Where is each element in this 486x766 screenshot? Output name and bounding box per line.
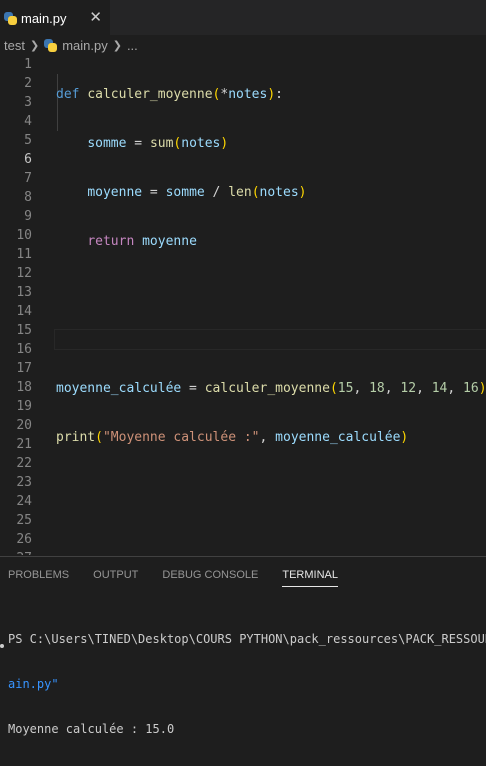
python-file-icon — [4, 11, 17, 25]
breadcrumb-more[interactable]: ... — [127, 38, 138, 53]
line-number: 13 — [16, 285, 32, 300]
code-area[interactable]: def calculer_moyenne(*notes): somme = su… — [54, 55, 486, 477]
line-number: 21 — [16, 437, 32, 452]
code-line-2: somme = sum(notes) — [87, 136, 229, 151]
tab-terminal[interactable]: TERMINAL — [282, 557, 338, 593]
code-editor[interactable]: 1 2 3 4 5 6 7 8 9 10 11 12 13 14 15 16 17 18 19 20 21 22 23 24 2… — [0, 55, 486, 555]
line-number: 6 — [24, 152, 32, 167]
python-file-icon — [44, 38, 58, 52]
terminal-line-3: Moyenne calculée : 15.0 — [8, 722, 175, 736]
line-number: 16 — [16, 342, 32, 357]
code-line-1: def calculer_moyenne(*notes): — [56, 87, 283, 102]
line-number: 17 — [16, 361, 32, 376]
line-number: 19 — [16, 399, 32, 414]
terminal-line-2: ain.py" — [8, 677, 59, 691]
line-number-gutter: 1 2 3 4 5 6 7 8 9 10 11 12 13 14 15 16 17 18 19 20 21 22 23 24 2… — [0, 55, 32, 555]
line-number: 14 — [16, 304, 32, 319]
line-number: 23 — [16, 475, 32, 490]
code-line-8: print("Moyenne calculée :", moyenne_calc… — [56, 430, 409, 445]
line-number: 7 — [24, 171, 32, 186]
breadcrumb-folder[interactable]: test — [4, 38, 25, 53]
line-number: 4 — [24, 114, 32, 129]
line-number: 5 — [24, 133, 32, 148]
code-line-7: moyenne_calculée = calculer_moyenne(15, … — [56, 381, 486, 396]
line-number: 9 — [24, 209, 32, 224]
terminal-decoration-icon — [0, 644, 4, 648]
tab-output[interactable]: OUTPUT — [93, 557, 138, 593]
tab-debug-console[interactable]: DEBUG CONSOLE — [162, 557, 258, 593]
line-number: 22 — [16, 456, 32, 471]
breadcrumb: test ❯ main.py ❯ ... — [0, 35, 486, 55]
line-number: 2 — [24, 76, 32, 91]
code-line-4: return moyenne — [87, 234, 197, 249]
line-number: 25 — [16, 513, 32, 528]
tab-main-py[interactable]: main.py ✕ — [0, 0, 110, 35]
line-number: 8 — [24, 190, 32, 205]
terminal-line-1: PS C:\Users\TINED\Desktop\COURS PYTHON\p… — [8, 632, 486, 646]
line-number: 18 — [16, 380, 32, 395]
terminal-output[interactable]: PS C:\Users\TINED\Desktop\COURS PYTHON\p… — [8, 603, 486, 766]
chevron-right-icon: ❯ — [29, 39, 40, 52]
chevron-right-icon: ❯ — [112, 39, 122, 52]
close-icon[interactable]: ✕ — [89, 8, 102, 26]
breadcrumb-file[interactable]: main.py — [62, 38, 108, 53]
code-line-3: moyenne = somme / len(notes) — [87, 185, 307, 200]
line-number: 1 — [24, 57, 32, 72]
tab-problems[interactable]: PROBLEMS — [8, 557, 69, 593]
editor-tab-bar: main.py ✕ — [0, 0, 486, 35]
code-line-6-current — [54, 329, 486, 350]
line-number: 12 — [16, 266, 32, 281]
line-number: 10 — [16, 228, 32, 243]
line-number: 20 — [16, 418, 32, 433]
tab-label: main.py — [21, 10, 67, 26]
line-number: 15 — [16, 323, 32, 338]
line-number: 3 — [24, 95, 32, 110]
bottom-panel: PROBLEMS OUTPUT DEBUG CONSOLE TERMINAL P… — [0, 556, 486, 736]
line-number: 27 — [0, 549, 32, 555]
line-number: 11 — [16, 247, 32, 262]
line-number: 24 — [16, 494, 32, 509]
panel-tabs: PROBLEMS OUTPUT DEBUG CONSOLE TERMINAL — [8, 557, 362, 593]
line-number: 26 — [16, 532, 32, 547]
